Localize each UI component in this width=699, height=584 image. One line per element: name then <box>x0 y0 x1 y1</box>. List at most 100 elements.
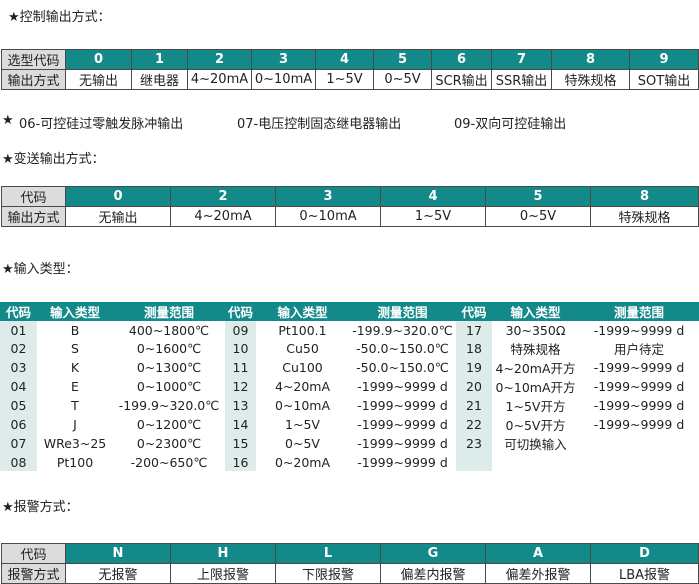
code-cell: 14 <box>225 415 256 434</box>
input-type-cell: 1~5V <box>256 415 349 434</box>
range-cell: -1999~9999 d <box>579 415 699 434</box>
code-cell: 1 <box>131 49 188 70</box>
range-cell: -1999~9999 d <box>579 396 699 415</box>
range-cell: -50.0~150.0℃ <box>349 339 456 358</box>
star-icon: ★ <box>2 113 14 128</box>
code-cell: 16 <box>225 453 256 471</box>
range-cell <box>579 453 699 471</box>
mode-cell: 特殊规格 <box>551 69 630 90</box>
range-cell: -1999~9999 d <box>349 453 456 471</box>
row-label: 输出方式 <box>1 206 66 227</box>
input-type-row: 02 S 0~1600℃ 10 Cu50 -50.0~150.0℃ 18 特殊规格 用户待定 <box>0 339 699 358</box>
code-cell: 19 <box>456 358 492 377</box>
code-cell: 21 <box>456 396 492 415</box>
range-cell: -1999~9999 d <box>349 377 456 396</box>
range-cell: -1999~9999 d <box>579 358 699 377</box>
range-cell: -1999~9999 d <box>349 396 456 415</box>
input-type-cell: 特殊规格 <box>492 339 579 358</box>
column-header: 代码 <box>225 302 256 321</box>
input-type-cell: J <box>37 415 113 434</box>
code-cell: 02 <box>0 339 37 358</box>
mode-cell: SOT输出 <box>629 69 699 90</box>
input-type-cell: WRe3~25 <box>37 434 113 453</box>
code-cell: 17 <box>456 321 492 339</box>
input-type-cell: 0~5V <box>256 434 349 453</box>
input-type-cell: 0~20mA <box>256 453 349 471</box>
column-header: 代码 <box>0 302 37 321</box>
input-type-cell: B <box>37 321 113 339</box>
transmit-output-table: 代码 0 2 3 4 5 8 输出方式 无输出 4~20mA 0~10mA 1~… <box>1 186 699 227</box>
input-type-row: 08 Pt100 -200~650℃ 16 0~20mA -1999~9999 d <box>0 453 699 471</box>
input-type-row: 06 J 0~1200℃ 14 1~5V -1999~9999 d 22 0~5V开方 -199… <box>0 415 699 434</box>
range-cell: -200~650℃ <box>113 453 225 471</box>
transmit-mode-row: 输出方式 无输出 4~20mA 0~10mA 1~5V 0~5V 特殊规格 <box>1 206 699 227</box>
control-mode-row: 输出方式 无输出 继电器 4~20mA 0~10mA 1~5V 0~5V SCR… <box>1 69 699 90</box>
mode-cell: 0~5V <box>485 206 591 227</box>
alarm-code-row: 代码 N H L G A D <box>1 543 699 564</box>
code-cell: 13 <box>225 396 256 415</box>
code-cell: 5 <box>485 186 591 207</box>
mode-cell: 0~10mA <box>275 206 381 227</box>
input-type-cell: E <box>37 377 113 396</box>
range-cell: -1999~9999 d <box>349 434 456 453</box>
code-cell: 08 <box>0 453 37 471</box>
code-cell: 5 <box>373 49 432 70</box>
input-type-cell: Pt100.1 <box>256 321 349 339</box>
input-type-cell: T <box>37 396 113 415</box>
range-cell: -199.9~320.0℃ <box>113 396 225 415</box>
mode-cell: 1~5V <box>380 206 486 227</box>
code-cell: 0 <box>65 186 171 207</box>
input-type-cell <box>492 453 579 471</box>
range-cell: 0~1200℃ <box>113 415 225 434</box>
mode-cell: 偏差内报警 <box>380 563 486 584</box>
mode-cell: 偏差外报警 <box>485 563 591 584</box>
range-cell: 用户待定 <box>579 339 699 358</box>
range-cell <box>579 434 699 453</box>
input-type-cell: K <box>37 358 113 377</box>
column-header: 输入类型 <box>37 302 113 321</box>
code-cell: 4 <box>380 186 486 207</box>
mode-cell: SSR输出 <box>491 69 552 90</box>
control-notes: ★ 06-可控硅过零触发脉冲输出 07-电压控制固态继电器输出 09-双向可控硅… <box>2 113 566 132</box>
code-cell: H <box>170 543 276 564</box>
code-cell: 12 <box>225 377 256 396</box>
code-cell: 2 <box>170 186 276 207</box>
code-cell: 06 <box>0 415 37 434</box>
code-cell: 03 <box>0 358 37 377</box>
code-cell: D <box>590 543 699 564</box>
note-item: 07-电压控制固态继电器输出 <box>237 117 402 132</box>
input-type-table: 代码 输入类型 测量范围 代码 输入类型 测量范围 代码 输入类型 测量范围 0… <box>0 302 699 471</box>
code-cell: 0 <box>65 49 132 70</box>
code-cell: 04 <box>0 377 37 396</box>
input-type-cell: 4~20mA开方 <box>492 358 579 377</box>
alarm-heading: ★报警方式： <box>2 500 79 515</box>
code-cell: 11 <box>225 358 256 377</box>
mode-cell: 1~5V <box>315 69 374 90</box>
range-cell: 0~1000℃ <box>113 377 225 396</box>
range-cell: 0~2300℃ <box>113 434 225 453</box>
mode-cell: 无输出 <box>65 206 171 227</box>
code-cell: A <box>485 543 591 564</box>
code-cell: 15 <box>225 434 256 453</box>
code-cell: 6 <box>431 49 492 70</box>
input-type-row: 03 K 0~1300℃ 11 Cu100 -50.0~150.0℃ 19 4~20mA开方 -… <box>0 358 699 377</box>
mode-cell: 上限报警 <box>170 563 276 584</box>
row-label: 输出方式 <box>1 69 66 90</box>
code-cell: 09 <box>225 321 256 339</box>
note-item: 06-可控硅过零触发脉冲输出 <box>19 117 184 132</box>
input-type-cell: 30~350Ω <box>492 321 579 339</box>
mode-cell: SCR输出 <box>431 69 492 90</box>
code-cell: 10 <box>225 339 256 358</box>
control-output-table: 选型代码 0 1 2 3 4 5 6 7 8 9 输出方式 无输出 继电器 4~… <box>1 49 699 90</box>
code-cell: 8 <box>590 186 699 207</box>
input-type-heading: ★输入类型： <box>2 262 79 277</box>
input-type-cell: 0~10mA <box>256 396 349 415</box>
column-header: 输入类型 <box>492 302 579 321</box>
row-label: 代码 <box>1 543 66 564</box>
mode-cell: 4~20mA <box>187 69 252 90</box>
code-cell: 22 <box>456 415 492 434</box>
mode-cell: LBA报警 <box>590 563 699 584</box>
code-cell: 8 <box>551 49 630 70</box>
range-cell: 0~1300℃ <box>113 358 225 377</box>
mode-cell: 4~20mA <box>170 206 276 227</box>
